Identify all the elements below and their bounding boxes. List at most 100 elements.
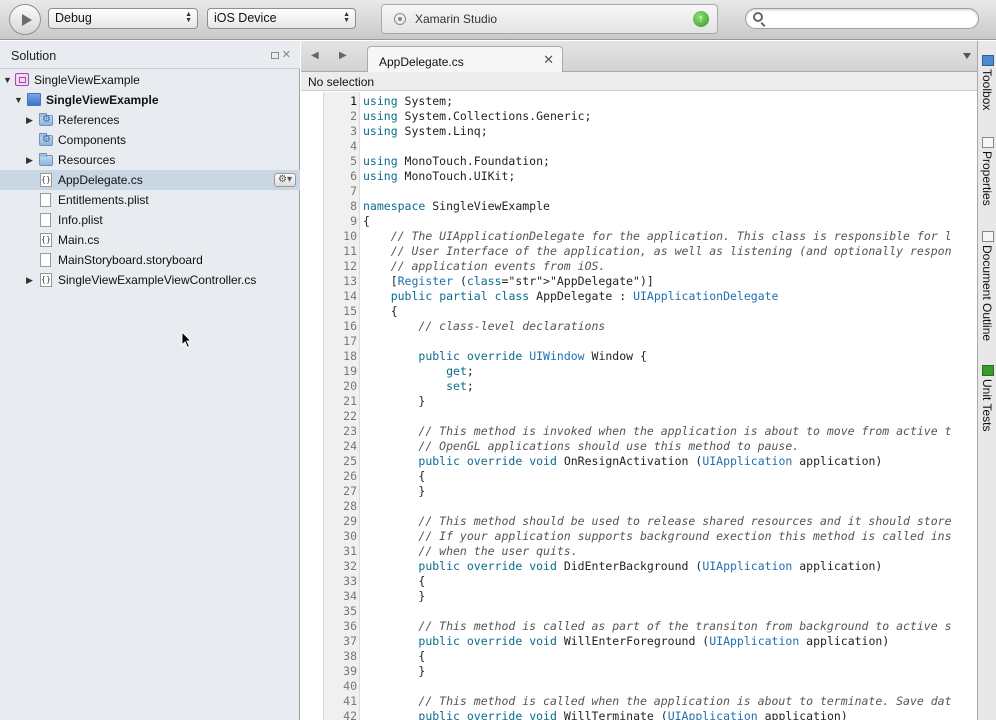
code-line-text: {	[363, 649, 426, 663]
code-line: 28	[324, 499, 977, 514]
line-number: 41	[343, 694, 357, 708]
code-line: 19 get;	[324, 364, 977, 379]
code-line: 3 using System.Linq;	[324, 124, 977, 139]
line-number: 9	[350, 214, 357, 228]
close-icon[interactable]: ✕	[282, 48, 291, 61]
line-number: 42	[343, 709, 357, 720]
disclosure-collapsed-icon[interactable]: ▶	[26, 150, 36, 170]
dock-label: Document Outline	[980, 245, 994, 342]
tree-item-main-cs[interactable]: {} Main.cs	[0, 230, 300, 250]
tree-item-label: SingleViewExample	[46, 93, 159, 107]
code-line: 17	[324, 334, 977, 349]
close-tab-icon[interactable]: ✕	[543, 52, 554, 68]
disclosure-expanded-icon[interactable]: ▼	[14, 90, 24, 110]
line-number: 10	[343, 229, 357, 243]
device-select[interactable]: iOS Device ▲ ▼	[207, 8, 356, 29]
solution-pane: Solution ✕ ▼ SingleViewExample ▼ SingleV…	[0, 41, 300, 720]
code-line-text: }	[363, 484, 426, 498]
search-box[interactable]	[745, 8, 979, 29]
configuration-select[interactable]: Debug ▲ ▼	[48, 8, 198, 29]
code-line-text: }	[363, 664, 426, 678]
update-available-icon[interactable]: ↑	[693, 11, 709, 27]
line-number: 11	[343, 244, 357, 258]
line-number: 22	[343, 409, 357, 423]
tree-item-project[interactable]: ▼ SingleViewExample	[0, 90, 300, 110]
tree-item-appdelegate[interactable]: {} AppDelegate.cs ⚙▾	[0, 170, 300, 190]
line-number: 6	[350, 169, 357, 183]
line-number: 28	[343, 499, 357, 513]
dock-label: Toolbox	[980, 69, 994, 111]
disclosure-collapsed-icon[interactable]: ▶	[26, 110, 36, 130]
line-number: 32	[343, 559, 357, 573]
status-bar: Xamarin Studio ↑	[381, 4, 718, 34]
tree-item-references[interactable]: ▶ References	[0, 110, 300, 130]
tree-item-storyboard[interactable]: MainStoryboard.storyboard	[0, 250, 300, 270]
code-line-text: // The UIApplicationDelegate for the app…	[390, 229, 952, 243]
run-button[interactable]	[9, 4, 41, 35]
code-line: 1 using System;	[324, 94, 977, 109]
disclosure-expanded-icon[interactable]: ▼	[3, 70, 13, 90]
tree-item-info-plist[interactable]: Info.plist	[0, 210, 300, 230]
code-text-area[interactable]: 1 using System; 2 using System.Collections.…	[323, 92, 977, 720]
code-line: 15 {	[324, 304, 977, 319]
disclosure-collapsed-icon[interactable]: ▶	[26, 270, 36, 290]
dock-label: Properties	[980, 151, 994, 206]
document-tab-label: AppDelegate.cs	[379, 55, 464, 69]
code-line: 39 }	[324, 664, 977, 679]
code-line-text: // when the user quits.	[418, 544, 578, 558]
tree-item-resources[interactable]: ▶ Resources	[0, 150, 300, 170]
tab-list-dropdown-icon[interactable]	[963, 53, 971, 59]
navigate-back-icon[interactable]: ◀	[311, 50, 319, 61]
code-line: 36 // This method is called as part of t…	[324, 619, 977, 634]
line-number: 26	[343, 469, 357, 483]
dock-label: Unit Tests	[980, 379, 994, 432]
line-number: 30	[343, 529, 357, 543]
project-icon	[27, 93, 41, 106]
navigate-forward-icon[interactable]: ▶	[339, 50, 347, 61]
dock-pane-icon[interactable]	[271, 52, 279, 59]
code-line-text: using MonoTouch.Foundation;	[363, 154, 550, 168]
code-line: 40	[324, 679, 977, 694]
code-line: 16 // class-level declarations	[324, 319, 977, 334]
solution-title: Solution	[11, 49, 57, 63]
tree-item-viewcontroller[interactable]: ▶ {} SingleViewExampleViewController.cs	[0, 270, 300, 290]
code-line-text: public override void WillEnterForeground…	[418, 634, 890, 648]
tree-item-entitlements[interactable]: Entitlements.plist	[0, 190, 300, 210]
line-number: 25	[343, 454, 357, 468]
code-line-text: // class-level declarations	[418, 319, 606, 333]
device-value: iOS Device	[214, 11, 277, 25]
right-dock-bar: Toolbox Properties Document Outline Unit…	[977, 41, 996, 720]
code-line: 29 // This method should be used to rele…	[324, 514, 977, 529]
line-number: 34	[343, 589, 357, 603]
code-line: 6 using MonoTouch.UIKit;	[324, 169, 977, 184]
status-text: Xamarin Studio	[415, 12, 498, 26]
tree-item-components[interactable]: Components	[0, 130, 300, 150]
line-number: 37	[343, 634, 357, 648]
path-bar[interactable]: No selection	[301, 72, 977, 91]
line-number: 19	[343, 364, 357, 378]
tree-item-label: Entitlements.plist	[58, 193, 149, 207]
item-options-gear-button[interactable]: ⚙▾	[274, 173, 296, 187]
code-line-text: using System.Linq;	[363, 124, 488, 138]
code-line: 14 public partial class AppDelegate : UI…	[324, 289, 977, 304]
code-line: 18 public override UIWindow Window {	[324, 349, 977, 364]
code-line-text: // This method is invoked when the appli…	[418, 424, 952, 438]
search-input[interactable]	[768, 11, 968, 26]
code-line-text: using System.Collections.Generic;	[363, 109, 592, 123]
line-number: 2	[350, 109, 357, 123]
line-number: 7	[350, 184, 357, 198]
line-number: 35	[343, 604, 357, 618]
code-line: 25 public override void OnResignActivati…	[324, 454, 977, 469]
line-number: 5	[350, 154, 357, 168]
code-line-text: // This method is called when the applic…	[418, 694, 952, 708]
file-icon	[40, 253, 51, 267]
code-line-text: public override void OnResignActivation …	[418, 454, 883, 468]
folder-icon	[39, 153, 53, 166]
csharp-file-icon: {}	[40, 273, 52, 287]
code-line: 34 }	[324, 589, 977, 604]
unit-tests-icon	[982, 365, 994, 376]
code-line: 5 using MonoTouch.Foundation;	[324, 154, 977, 169]
document-tab[interactable]: AppDelegate.cs ✕	[367, 46, 563, 73]
tree-item-solution[interactable]: ▼ SingleViewExample	[0, 70, 300, 90]
code-line-text: // This method is called as part of the …	[418, 619, 952, 633]
